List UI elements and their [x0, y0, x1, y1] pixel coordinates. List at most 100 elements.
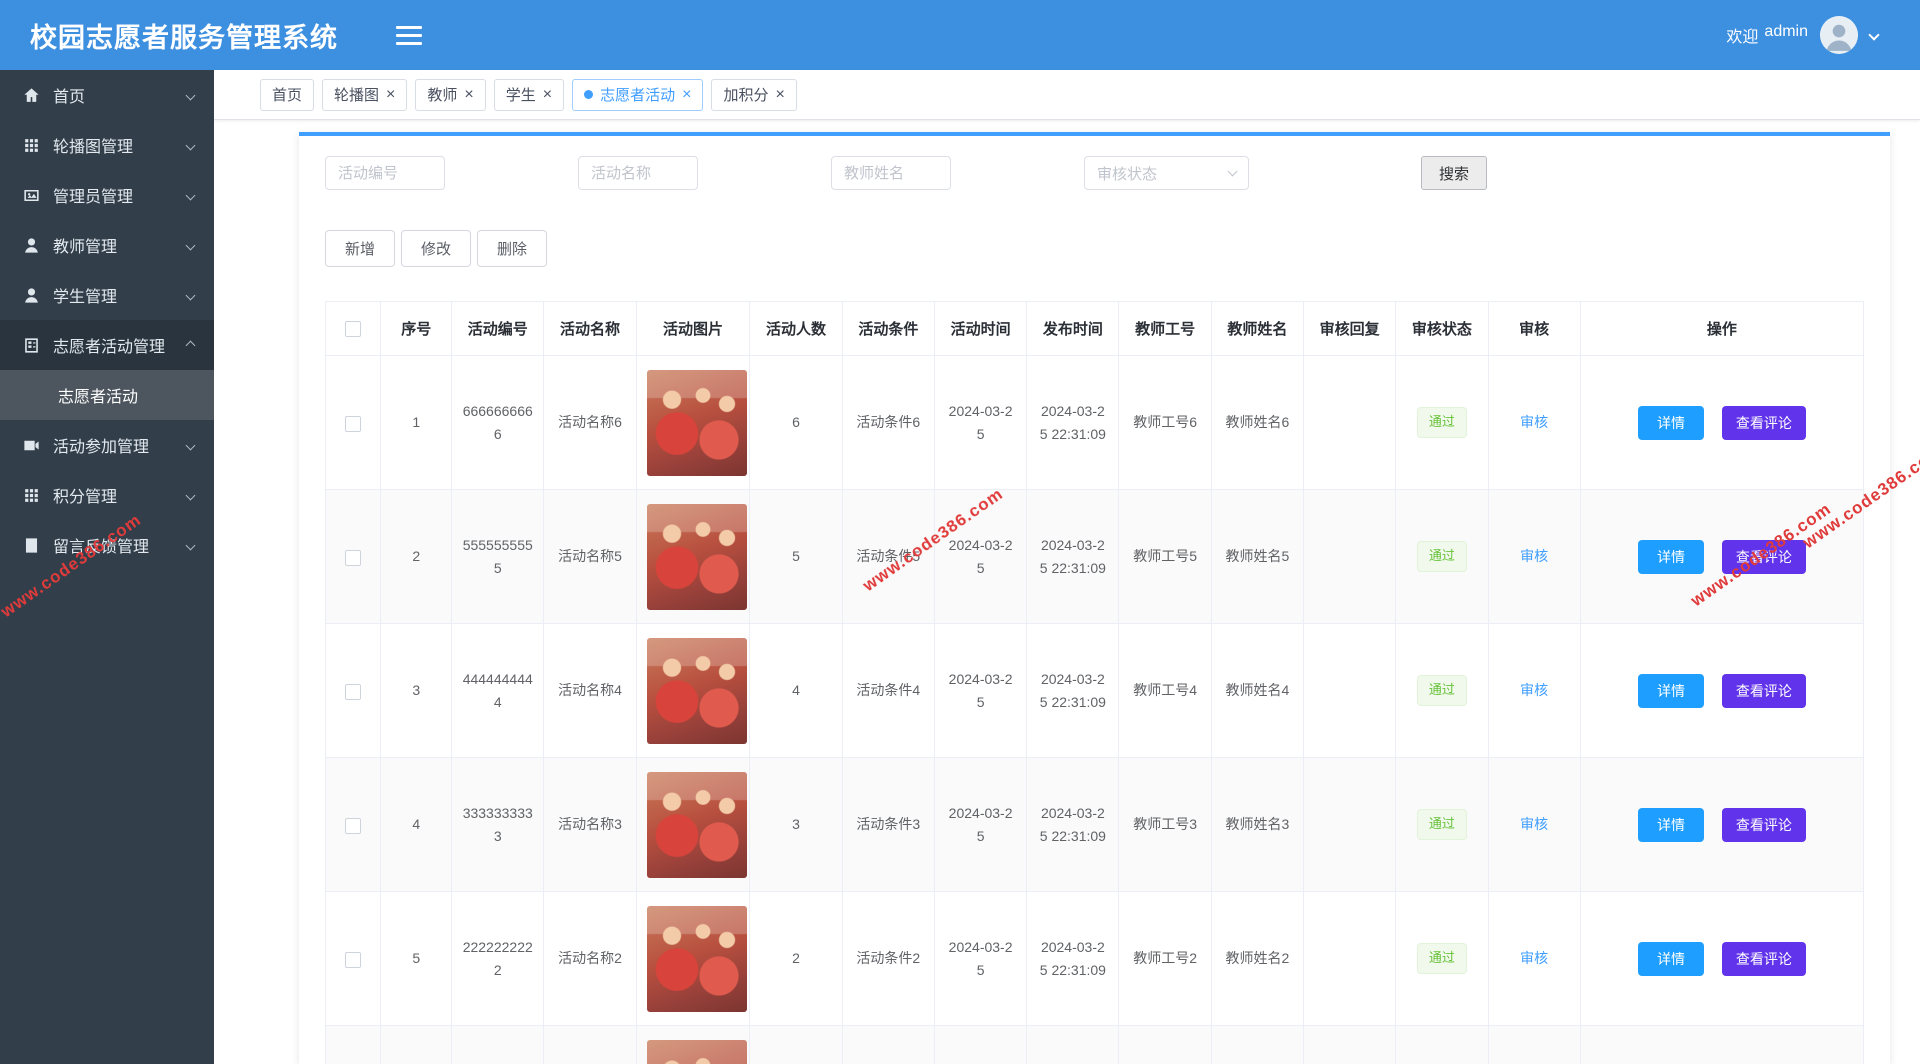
audit-status-select[interactable]: 审核状态	[1084, 156, 1249, 190]
user-icon	[22, 236, 41, 255]
cell-audit-reply	[1303, 623, 1397, 758]
tab-teacher[interactable]: 教师	[415, 78, 486, 111]
teacher-name-input[interactable]	[831, 156, 951, 190]
main-content: 首页 轮播图 教师 学生 志愿者活动 加积分 审	[214, 0, 1920, 1064]
activity-photo[interactable]	[646, 369, 747, 476]
activity-photo[interactable]	[646, 1039, 747, 1064]
view-comments-button[interactable]: 查看评论	[1721, 807, 1806, 842]
edit-button[interactable]: 修改	[401, 230, 472, 267]
header-audit-reply: 审核回复	[1303, 301, 1397, 356]
cell-publish-time	[1026, 1025, 1120, 1064]
search-button[interactable]: 搜索	[1421, 156, 1488, 190]
table-header-row: 序号 活动编号 活动名称 活动图片 活动人数 活动条件 活动时间 发布时间 教师…	[324, 301, 1865, 356]
close-icon[interactable]	[682, 87, 691, 103]
detail-button[interactable]: 详情	[1637, 941, 1704, 976]
home-icon	[22, 86, 41, 105]
chevron-down-icon	[185, 240, 196, 250]
cell-index	[380, 1025, 453, 1064]
view-comments-button[interactable]: 查看评论	[1721, 539, 1806, 574]
user-menu[interactable]: 欢迎 admin	[1726, 16, 1880, 54]
row-checkbox[interactable]	[345, 817, 362, 834]
activity-name-input[interactable]	[578, 156, 698, 190]
close-icon[interactable]	[464, 87, 473, 103]
sidebar-item-points-mgmt[interactable]: 积分管理	[0, 470, 214, 520]
welcome-text: 欢迎 admin	[1726, 23, 1808, 47]
tab-home[interactable]: 首页	[260, 78, 315, 111]
video-icon	[22, 436, 41, 455]
audit-link[interactable]: 审核	[1520, 414, 1548, 430]
add-button[interactable]: 新增	[325, 230, 396, 267]
view-comments-button[interactable]: 查看评论	[1721, 405, 1806, 440]
cell-people-count: 4	[749, 623, 843, 758]
list-icon	[22, 336, 41, 355]
user-icon	[22, 286, 41, 305]
row-checkbox[interactable]	[345, 415, 362, 432]
cell-activity-time: 2024-03-25	[933, 355, 1028, 490]
activity-photo[interactable]	[646, 637, 747, 744]
audit-link[interactable]: 审核	[1520, 816, 1548, 832]
tab-student[interactable]: 学生	[493, 78, 565, 111]
toolbar: 新增 修改 删除	[325, 230, 1864, 267]
row-checkbox[interactable]	[345, 683, 362, 700]
tab-add-points[interactable]: 加积分	[711, 78, 797, 111]
row-checkbox[interactable]	[345, 951, 362, 968]
avatar[interactable]	[1820, 16, 1858, 54]
audit-link[interactable]: 审核	[1520, 548, 1548, 564]
cell-people-count: 6	[749, 355, 843, 490]
sidebar-item-teacher-mgmt[interactable]: 教师管理	[0, 220, 214, 270]
delete-button[interactable]: 删除	[477, 230, 548, 267]
sidebar-item-participation-mgmt[interactable]: 活动参加管理	[0, 420, 214, 470]
activity-photo[interactable]	[646, 905, 747, 1012]
sidebar: 首页 轮播图管理 管理员管理 教师管理 学生管理 志愿者活动管理 志愿者活动 活…	[0, 70, 214, 1064]
cell-activity-time: 2024-03-25	[933, 757, 1028, 892]
header-activity-photo: 活动图片	[635, 301, 751, 356]
cell-publish-time: 2024-03-25 22:31:09	[1026, 489, 1120, 624]
sidebar-item-volunteer-activity-mgmt[interactable]: 志愿者活动管理	[0, 320, 214, 370]
audit-link[interactable]: 审核	[1520, 950, 1548, 966]
cell-publish-time: 2024-03-25 22:31:09	[1026, 757, 1120, 892]
chevron-down-icon	[185, 90, 196, 100]
cell-teacher-id	[1118, 1025, 1212, 1064]
close-icon[interactable]	[543, 87, 552, 103]
cell-teacher-name	[1210, 1025, 1305, 1064]
sidebar-subitem-label: 志愿者活动	[58, 389, 139, 406]
detail-button[interactable]: 详情	[1637, 405, 1704, 440]
tab-carousel[interactable]: 轮播图	[322, 78, 408, 111]
view-comments-button[interactable]: 查看评论	[1721, 673, 1806, 708]
activity-photo[interactable]	[646, 771, 747, 878]
sidebar-subitem-volunteer-activity[interactable]: 志愿者活动	[0, 370, 214, 420]
tab-volunteer-activity[interactable]: 志愿者活动	[572, 78, 704, 111]
select-placeholder: 审核状态	[1097, 165, 1158, 183]
document-icon	[22, 536, 41, 555]
hamburger-menu-icon[interactable]	[396, 21, 422, 50]
cell-audit-reply	[1303, 1025, 1397, 1064]
cell-condition: 活动条件4	[841, 623, 935, 758]
header-activity-time: 活动时间	[933, 301, 1028, 356]
detail-button[interactable]: 详情	[1637, 539, 1704, 574]
cell-audit-reply	[1303, 757, 1397, 892]
activity-photo[interactable]	[646, 503, 747, 610]
row-checkbox[interactable]	[345, 549, 362, 566]
view-comments-button[interactable]: 查看评论	[1721, 941, 1806, 976]
cell-activity-code: 2222222222	[451, 891, 545, 1026]
cell-activity-name: 活动名称6	[543, 355, 637, 490]
select-all-checkbox[interactable]	[345, 321, 362, 338]
header-audit: 审核	[1487, 301, 1581, 356]
detail-button[interactable]: 详情	[1637, 673, 1704, 708]
header-index: 序号	[380, 301, 453, 356]
sidebar-item-feedback-mgmt[interactable]: 留言反馈管理	[0, 520, 214, 570]
chevron-down-icon	[185, 140, 196, 150]
detail-button[interactable]: 详情	[1637, 807, 1704, 842]
sidebar-item-student-mgmt[interactable]: 学生管理	[0, 270, 214, 320]
sidebar-item-carousel-mgmt[interactable]: 轮播图管理	[0, 120, 214, 170]
table-row: 2 5555555555 活动名称5 5 活动条件5 2024-03-25 20…	[324, 489, 1865, 624]
sidebar-item-admin-mgmt[interactable]: 管理员管理	[0, 170, 214, 220]
close-icon[interactable]	[386, 87, 395, 103]
activity-code-input[interactable]	[325, 156, 445, 190]
sidebar-item-home[interactable]: 首页	[0, 70, 214, 120]
cell-activity-code: 3333333333	[451, 757, 545, 892]
cell-audit-reply	[1303, 355, 1397, 490]
header-activity-name: 活动名称	[543, 301, 637, 356]
close-icon[interactable]	[775, 87, 784, 103]
audit-link[interactable]: 审核	[1520, 682, 1548, 698]
